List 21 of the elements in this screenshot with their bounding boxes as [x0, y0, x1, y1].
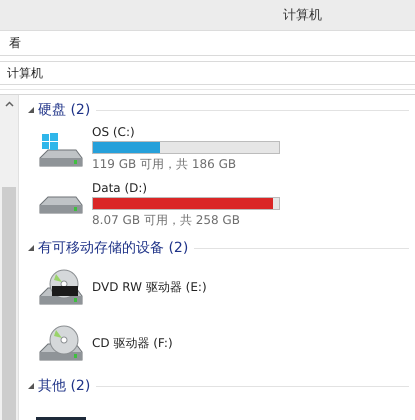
collapse-icon[interactable]	[28, 107, 34, 113]
drive-name[interactable]: CD 驱动器 (F:)	[92, 334, 173, 352]
collapse-icon[interactable]	[28, 383, 34, 389]
group-header[interactable]: 其他 (2)	[38, 377, 90, 395]
ribbon-tab[interactable]: 看	[9, 32, 21, 54]
collapse-icon[interactable]	[28, 245, 34, 251]
free-space-text: 8.07 GB 可用，共 258 GB	[92, 212, 241, 229]
system-drive-icon	[39, 132, 83, 166]
group-header[interactable]: 有可移动存储的设备 (2)	[38, 239, 188, 257]
window-title: 计算机	[283, 7, 322, 24]
drive-name[interactable]: OS (C:)	[92, 125, 280, 139]
scrollbar[interactable]	[0, 95, 19, 420]
drive-name[interactable]: Data (D:)	[92, 181, 280, 195]
drive-name[interactable]: DVD RW 驱动器 (E:)	[92, 278, 207, 296]
dvd-drive-icon	[39, 269, 83, 305]
hard-drive-icon	[39, 196, 83, 214]
free-space-text: 119 GB 可用，共 186 GB	[92, 156, 238, 173]
scroll-up-icon[interactable]	[4, 101, 14, 107]
address-bar[interactable]: 计算机	[0, 61, 415, 85]
cd-drive-icon	[39, 325, 83, 361]
group-header[interactable]: 硬盘 (2)	[38, 101, 90, 119]
